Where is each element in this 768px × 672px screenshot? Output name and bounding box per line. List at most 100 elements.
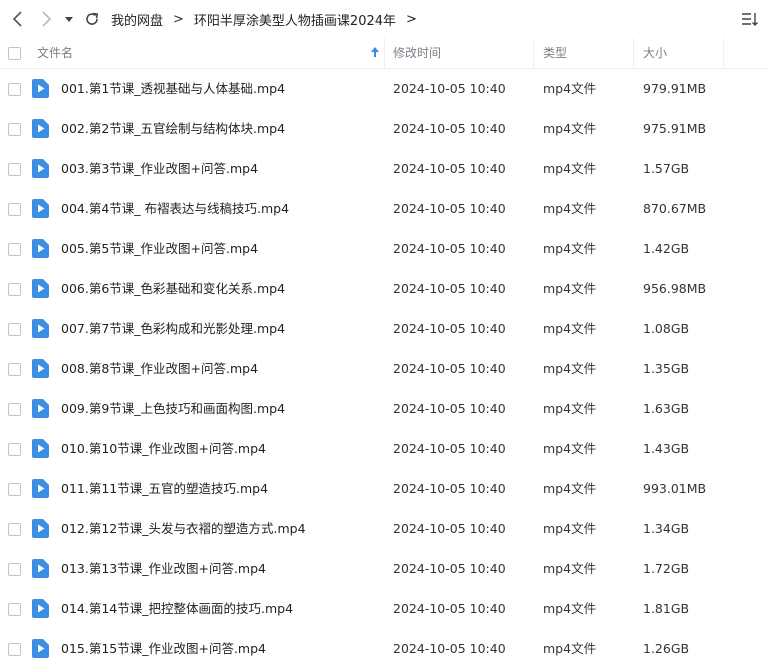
file-modified-time: 2024-10-05 10:40	[393, 81, 506, 96]
file-name[interactable]: 013.第13节课_作业改图+问答.mp4	[61, 549, 266, 589]
file-modified-time: 2024-10-05 10:40	[393, 201, 506, 216]
file-row[interactable]: 009.第9节课_上色技巧和画面构图.mp4 2024-10-05 10:40 …	[0, 389, 768, 429]
file-modified-time: 2024-10-05 10:40	[393, 321, 506, 336]
file-name[interactable]: 006.第6节课_色彩基础和变化关系.mp4	[61, 269, 285, 309]
row-checkbox[interactable]	[8, 643, 21, 656]
file-name[interactable]: 010.第10节课_作业改图+问答.mp4	[61, 429, 266, 469]
breadcrumb-current[interactable]: 环阳半厚涂美型人物插画课2024年	[194, 10, 396, 29]
column-header-type[interactable]: 类型	[543, 38, 567, 68]
column-header-modified[interactable]: 修改时间	[393, 38, 441, 68]
file-name[interactable]: 011.第11节课_五官的塑造技巧.mp4	[61, 469, 268, 509]
file-row[interactable]: 008.第8节课_作业改图+问答.mp4 2024-10-05 10:40 mp…	[0, 349, 768, 389]
history-dropdown-button[interactable]	[62, 8, 76, 30]
column-divider[interactable]	[384, 38, 385, 68]
breadcrumb: 我的网盘 > 环阳半厚涂美型人物插画课2024年 >	[111, 0, 417, 38]
forward-button[interactable]	[36, 8, 56, 30]
sort-ascending-arrow-icon[interactable]	[370, 46, 380, 60]
file-size: 1.35GB	[643, 361, 690, 376]
file-name[interactable]: 003.第3节课_作业改图+问答.mp4	[61, 149, 258, 189]
file-type: mp4文件	[543, 201, 597, 216]
file-size: 870.67MB	[643, 201, 707, 216]
file-modified-time: 2024-10-05 10:40	[393, 361, 506, 376]
file-size: 1.08GB	[643, 321, 690, 336]
file-size: 1.34GB	[643, 521, 690, 536]
file-modified-time: 2024-10-05 10:40	[393, 241, 506, 256]
row-checkbox[interactable]	[8, 403, 21, 416]
video-file-icon	[32, 399, 49, 418]
select-all-checkbox[interactable]	[8, 47, 21, 60]
sort-options-button[interactable]	[740, 10, 760, 28]
file-size: 1.63GB	[643, 401, 690, 416]
row-checkbox[interactable]	[8, 123, 21, 136]
row-checkbox[interactable]	[8, 243, 21, 256]
file-row[interactable]: 002.第2节课_五官绘制与结构体块.mp4 2024-10-05 10:40 …	[0, 109, 768, 149]
column-divider[interactable]	[723, 38, 724, 68]
file-type: mp4文件	[543, 241, 597, 256]
file-row[interactable]: 003.第3节课_作业改图+问答.mp4 2024-10-05 10:40 mp…	[0, 149, 768, 189]
file-row[interactable]: 004.第4节课_ 布褶表达与线稿技巧.mp4 2024-10-05 10:40…	[0, 189, 768, 229]
file-size: 1.57GB	[643, 161, 690, 176]
row-checkbox[interactable]	[8, 603, 21, 616]
file-size: 993.01MB	[643, 481, 707, 496]
chevron-right-icon	[42, 11, 52, 27]
file-modified-time: 2024-10-05 10:40	[393, 121, 506, 136]
video-file-icon	[32, 279, 49, 298]
file-name[interactable]: 009.第9节课_上色技巧和画面构图.mp4	[61, 389, 285, 429]
file-name[interactable]: 001.第1节课_透视基础与人体基础.mp4	[61, 69, 285, 109]
column-header-name[interactable]: 文件名	[37, 38, 377, 68]
file-name[interactable]: 005.第5节课_作业改图+问答.mp4	[61, 229, 258, 269]
file-type: mp4文件	[543, 481, 597, 496]
row-checkbox[interactable]	[8, 203, 21, 216]
row-checkbox[interactable]	[8, 323, 21, 336]
file-type: mp4文件	[543, 521, 597, 536]
row-checkbox[interactable]	[8, 83, 21, 96]
file-modified-time: 2024-10-05 10:40	[393, 561, 506, 576]
row-checkbox[interactable]	[8, 563, 21, 576]
file-name[interactable]: 012.第12节课_头发与衣褶的塑造方式.mp4	[61, 509, 306, 549]
row-checkbox[interactable]	[8, 363, 21, 376]
file-size: 1.26GB	[643, 641, 690, 656]
file-name[interactable]: 002.第2节课_五官绘制与结构体块.mp4	[61, 109, 285, 149]
row-checkbox[interactable]	[8, 523, 21, 536]
file-modified-time: 2024-10-05 10:40	[393, 601, 506, 616]
file-size: 979.91MB	[643, 81, 707, 96]
file-row[interactable]: 013.第13节课_作业改图+问答.mp4 2024-10-05 10:40 m…	[0, 549, 768, 589]
file-name[interactable]: 004.第4节课_ 布褶表达与线稿技巧.mp4	[61, 189, 289, 229]
column-header-size[interactable]: 大小	[643, 38, 667, 68]
row-checkbox[interactable]	[8, 443, 21, 456]
file-row[interactable]: 010.第10节课_作业改图+问答.mp4 2024-10-05 10:40 m…	[0, 429, 768, 469]
video-file-icon	[32, 359, 49, 378]
file-type: mp4文件	[543, 81, 597, 96]
file-row[interactable]: 014.第14节课_把控整体画面的技巧.mp4 2024-10-05 10:40…	[0, 589, 768, 629]
file-row[interactable]: 006.第6节课_色彩基础和变化关系.mp4 2024-10-05 10:40 …	[0, 269, 768, 309]
column-divider[interactable]	[533, 38, 534, 68]
file-type: mp4文件	[543, 361, 597, 376]
file-row[interactable]: 015.第15节课_作业改图+问答.mp4 2024-10-05 10:40 m…	[0, 629, 768, 669]
file-name[interactable]: 015.第15节课_作业改图+问答.mp4	[61, 629, 266, 669]
file-row[interactable]: 001.第1节课_透视基础与人体基础.mp4 2024-10-05 10:40 …	[0, 69, 768, 109]
breadcrumb-expand-arrow[interactable]: >	[406, 12, 417, 27]
file-name[interactable]: 008.第8节课_作业改图+问答.mp4	[61, 349, 258, 389]
file-modified-time: 2024-10-05 10:40	[393, 481, 506, 496]
row-checkbox[interactable]	[8, 483, 21, 496]
row-checkbox[interactable]	[8, 163, 21, 176]
file-name[interactable]: 007.第7节课_色彩构成和光影处理.mp4	[61, 309, 285, 349]
video-file-icon	[32, 599, 49, 618]
file-size: 1.72GB	[643, 561, 690, 576]
refresh-button[interactable]	[82, 8, 102, 30]
file-size: 1.43GB	[643, 441, 690, 456]
file-row[interactable]: 012.第12节课_头发与衣褶的塑造方式.mp4 2024-10-05 10:4…	[0, 509, 768, 549]
refresh-icon	[86, 12, 99, 25]
file-row[interactable]: 005.第5节课_作业改图+问答.mp4 2024-10-05 10:40 mp…	[0, 229, 768, 269]
video-file-icon	[32, 639, 49, 658]
file-size: 956.98MB	[643, 281, 707, 296]
row-checkbox[interactable]	[8, 283, 21, 296]
file-row[interactable]: 007.第7节课_色彩构成和光影处理.mp4 2024-10-05 10:40 …	[0, 309, 768, 349]
file-row[interactable]: 011.第11节课_五官的塑造技巧.mp4 2024-10-05 10:40 m…	[0, 469, 768, 509]
back-button[interactable]	[8, 8, 28, 30]
file-name[interactable]: 014.第14节课_把控整体画面的技巧.mp4	[61, 589, 293, 629]
file-modified-time: 2024-10-05 10:40	[393, 441, 506, 456]
column-divider[interactable]	[633, 38, 634, 68]
chevron-left-icon	[12, 11, 22, 27]
breadcrumb-root[interactable]: 我的网盘	[111, 10, 163, 29]
